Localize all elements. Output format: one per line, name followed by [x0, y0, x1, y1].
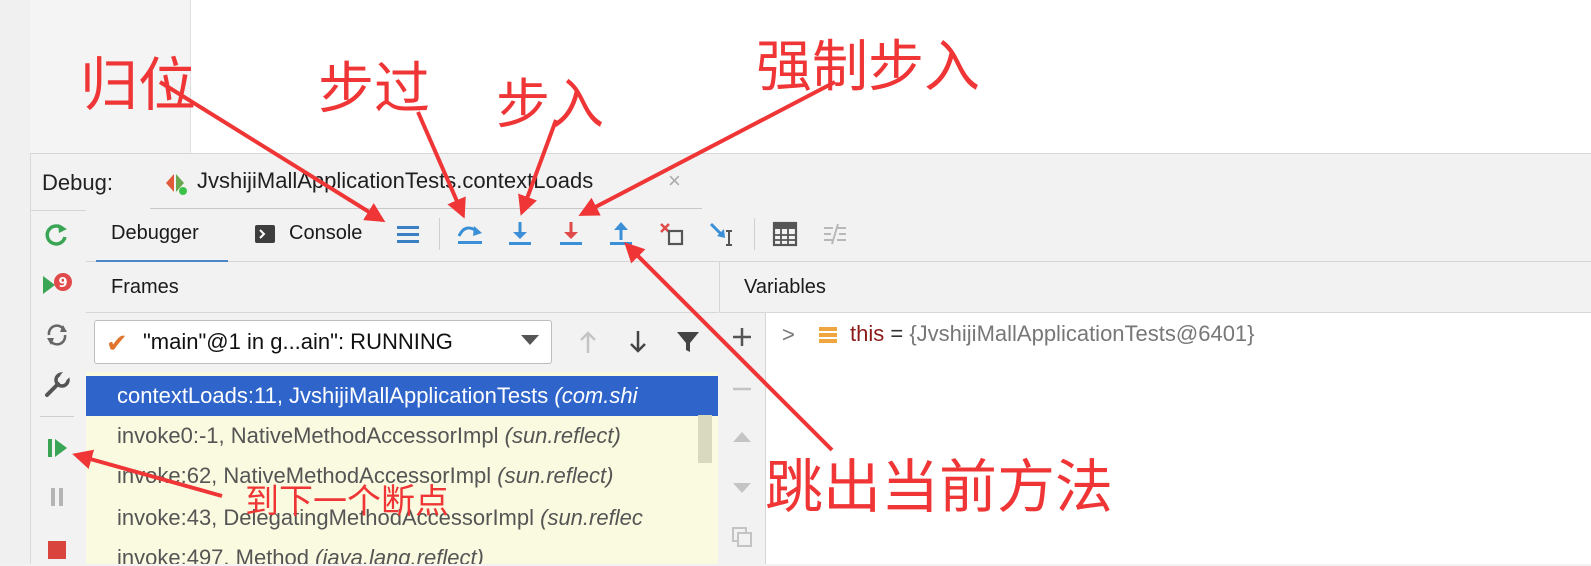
show-execution-point-icon[interactable] — [390, 216, 426, 252]
object-field-icon — [818, 325, 838, 345]
frame-package: (java.lang.reflect) — [315, 545, 484, 564]
settings-wrench-icon[interactable] — [40, 368, 74, 402]
left-edge-strip — [0, 0, 31, 564]
frame-method: contextLoads:11, JvshijiMallApplicationT… — [117, 383, 555, 408]
frames-title: Frames — [111, 276, 179, 298]
step-into-icon[interactable] — [502, 216, 538, 252]
junit-run-icon — [163, 170, 189, 196]
toolbar-separator — [439, 218, 440, 250]
thread-running-check-icon: ✔ — [106, 328, 128, 358]
variable-equals: = — [884, 321, 910, 346]
variable-value: {JvshijiMallApplicationTests@6401} — [909, 321, 1255, 346]
frame-row[interactable]: invoke0:-1, NativeMethodAccessorImpl (su… — [86, 416, 718, 456]
variable-name: this — [850, 321, 885, 346]
frame-package: (sun.reflec — [540, 505, 643, 530]
frame-package: (sun.reflect) — [504, 423, 621, 448]
variable-row[interactable]: this = {JvshijiMallApplicationTests@6401… — [850, 321, 1255, 347]
chevron-down-icon[interactable] — [520, 333, 540, 352]
run-config-tab-label: JvshijiMallApplicationTests.contextLoads — [197, 168, 594, 193]
toolbar-separator — [754, 218, 755, 250]
remove-watch-icon[interactable] — [727, 374, 757, 404]
duplicate-watch-icon[interactable] — [727, 522, 757, 552]
filter-icon[interactable] — [671, 324, 705, 360]
frame-row[interactable]: invoke:497, Method (java.lang.reflect) — [86, 538, 718, 564]
expand-chevron-icon[interactable]: > — [782, 322, 795, 348]
close-tab-icon[interactable]: × — [668, 168, 681, 194]
console-icon — [254, 223, 276, 245]
pause-icon[interactable] — [40, 480, 74, 514]
side-toolbar-separator — [40, 416, 74, 417]
tab-debugger-label: Debugger — [111, 222, 199, 244]
annotation-resume: 到下一个断点 — [245, 482, 449, 522]
run-to-cursor-icon[interactable] — [704, 216, 740, 252]
rerun-icon[interactable] — [40, 218, 74, 252]
frame-package: (sun.reflect) — [497, 463, 614, 488]
thread-select-value: "main"@1 in g...ain": RUNNING — [143, 329, 453, 354]
frame-package: (com.shi — [554, 383, 638, 408]
step-over-icon[interactable] — [452, 216, 488, 252]
previous-frame-up-arrow-icon[interactable] — [571, 324, 605, 360]
evaluate-expression-icon[interactable] — [767, 216, 803, 252]
variables-tree — [766, 313, 1591, 564]
frames-list: contextLoads:11, JvshijiMallApplicationT… — [86, 372, 718, 564]
frames-scrollbar[interactable] — [698, 415, 712, 463]
frame-row[interactable]: contextLoads:11, JvshijiMallApplicationT… — [86, 376, 718, 416]
annotation-force-step-into: 强制步入 — [756, 35, 980, 100]
variables-header — [719, 262, 1591, 313]
drop-frame-icon[interactable] — [654, 216, 690, 252]
move-up-icon[interactable] — [727, 423, 757, 453]
force-step-into-icon[interactable] — [553, 216, 589, 252]
annotation-step-into: 步入 — [496, 73, 604, 136]
step-out-icon[interactable] — [603, 216, 639, 252]
stop-icon[interactable] — [40, 532, 74, 566]
debug-label: Debug: — [42, 170, 113, 195]
frame-method: invoke0:-1, NativeMethodAccessorImpl — [117, 423, 505, 448]
annotation-step-out: 跳出当前方法 — [765, 453, 1114, 521]
reload-icon[interactable] — [40, 318, 74, 352]
frames-header — [86, 262, 718, 313]
add-watch-icon[interactable] — [727, 322, 757, 352]
svg-text:9: 9 — [59, 276, 68, 291]
trace-current-stream-icon[interactable] — [817, 216, 853, 252]
move-down-icon[interactable] — [727, 472, 757, 502]
frame-method: invoke:497, Method — [117, 545, 316, 564]
tab-console[interactable]: Console — [289, 222, 362, 245]
variables-title: Variables — [744, 276, 826, 298]
resume-program-icon[interactable] — [40, 431, 74, 465]
annotation-step-over: 步过 — [318, 57, 430, 122]
next-frame-down-arrow-icon[interactable] — [621, 324, 655, 360]
resume-numbered-icon[interactable]: 9 — [40, 268, 74, 302]
annotation-return-position: 归位 — [80, 51, 197, 119]
